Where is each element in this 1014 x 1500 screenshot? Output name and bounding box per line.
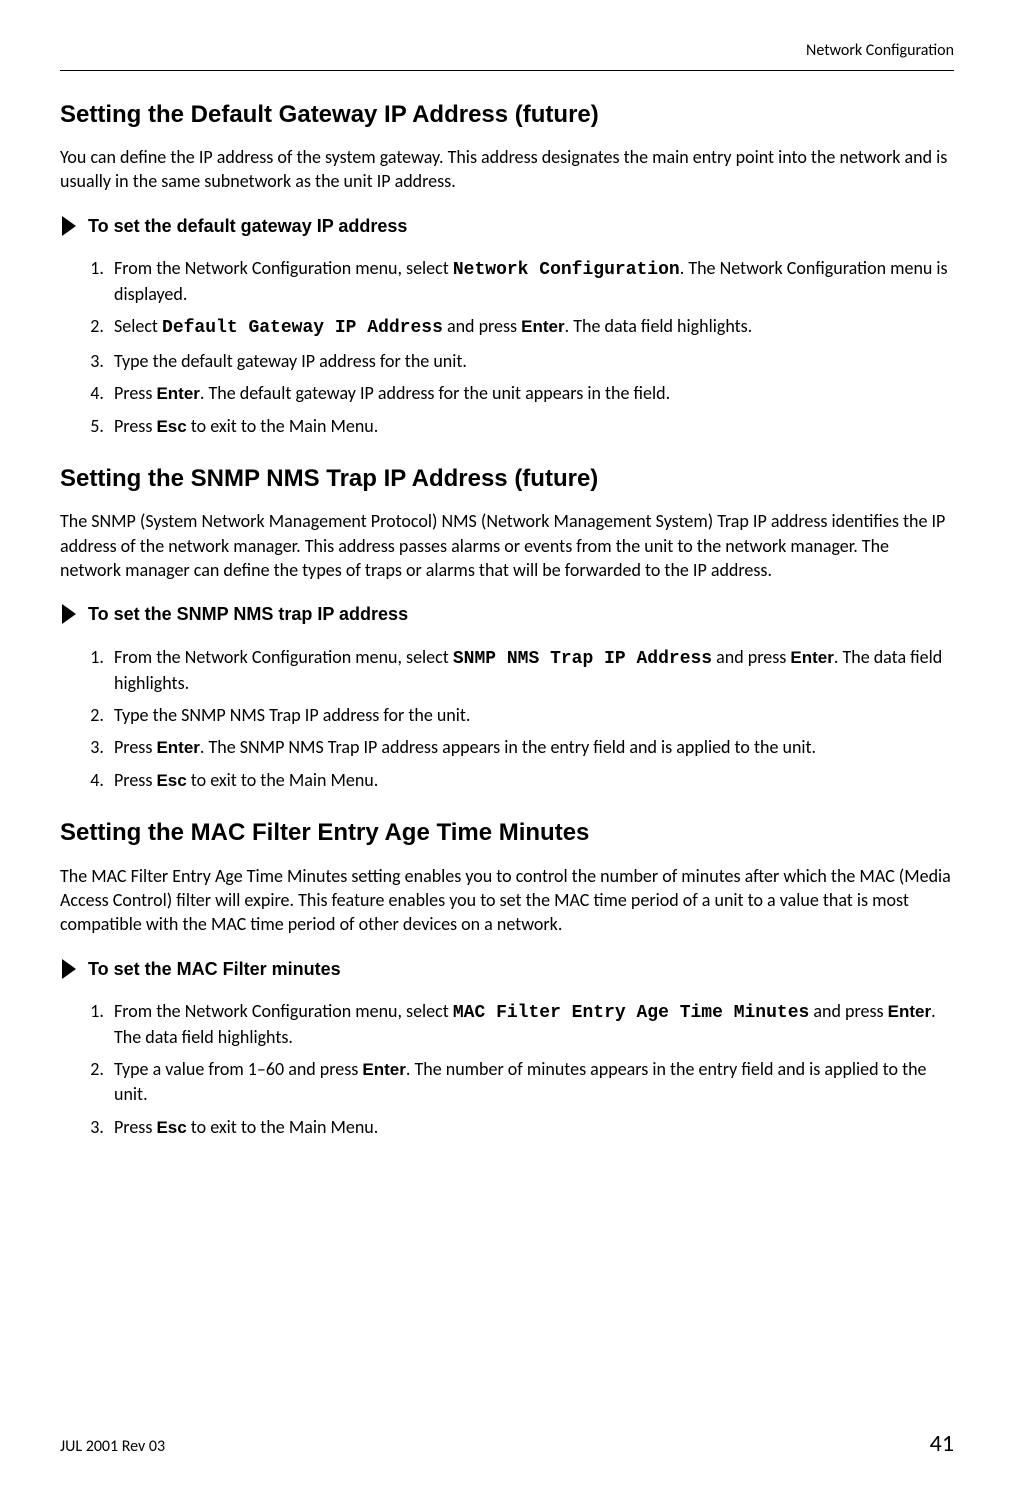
- step: Type the SNMP NMS Trap IP address for th…: [108, 703, 954, 727]
- procedure-label: To set the MAC Filter minutes: [88, 957, 341, 981]
- key-name: Esc: [156, 771, 186, 790]
- section-title-gateway: Setting the Default Gateway IP Address (…: [60, 99, 954, 131]
- step: Press Esc to exit to the Main Menu.: [108, 414, 954, 439]
- footer-revision: JUL 2001 Rev 03: [60, 1436, 165, 1458]
- key-name: Enter: [156, 738, 199, 757]
- step: Press Enter. The SNMP NMS Trap IP addres…: [108, 735, 954, 760]
- arrow-right-icon: [60, 214, 78, 238]
- key-name: Enter: [362, 1060, 405, 1079]
- procedure-label: To set the default gateway IP address: [88, 214, 407, 238]
- step: Press Esc to exit to the Main Menu.: [108, 768, 954, 793]
- procedure-heading-snmp: To set the SNMP NMS trap IP address: [60, 602, 954, 626]
- steps-gateway: From the Network Configuration menu, sel…: [60, 256, 954, 439]
- procedure-heading-mac: To set the MAC Filter minutes: [60, 957, 954, 981]
- section-title-mac: Setting the MAC Filter Entry Age Time Mi…: [60, 817, 954, 849]
- footer-page-number: 41: [930, 1428, 954, 1460]
- arrow-right-icon: [60, 957, 78, 981]
- section-intro-gateway: You can define the IP address of the sys…: [60, 145, 954, 194]
- procedure-label: To set the SNMP NMS trap IP address: [88, 602, 408, 626]
- procedure-heading-gateway: To set the default gateway IP address: [60, 214, 954, 238]
- section-title-snmp: Setting the SNMP NMS Trap IP Address (fu…: [60, 463, 954, 495]
- page: Network Configuration Setting the Defaul…: [0, 0, 1014, 1500]
- key-name: Enter: [156, 384, 199, 403]
- header-section-label: Network Configuration: [806, 41, 954, 60]
- step: Press Esc to exit to the Main Menu.: [108, 1115, 954, 1140]
- step: Type a value from 1–60 and press Enter. …: [108, 1057, 954, 1106]
- key-name: Enter: [790, 648, 833, 667]
- steps-mac: From the Network Configuration menu, sel…: [60, 999, 954, 1140]
- section-intro-mac: The MAC Filter Entry Age Time Minutes se…: [60, 864, 954, 937]
- step: From the Network Configuration menu, sel…: [108, 256, 954, 307]
- menu-option: SNMP NMS Trap IP Address: [453, 649, 712, 669]
- key-name: Enter: [521, 317, 564, 336]
- step: Select Default Gateway IP Address and pr…: [108, 314, 954, 340]
- key-name: Enter: [888, 1002, 931, 1021]
- key-name: Esc: [156, 417, 186, 436]
- arrow-right-icon: [60, 602, 78, 626]
- key-name: Esc: [156, 1118, 186, 1137]
- section-intro-snmp: The SNMP (System Network Management Prot…: [60, 509, 954, 582]
- menu-option: MAC Filter Entry Age Time Minutes: [453, 1003, 809, 1023]
- steps-snmp: From the Network Configuration menu, sel…: [60, 645, 954, 794]
- step: From the Network Configuration menu, sel…: [108, 645, 954, 696]
- page-header: Network Configuration: [60, 40, 954, 71]
- page-footer: JUL 2001 Rev 03 41: [60, 1428, 954, 1460]
- step: Type the default gateway IP address for …: [108, 349, 954, 373]
- menu-option: Default Gateway IP Address: [162, 318, 443, 338]
- step: Press Enter. The default gateway IP addr…: [108, 381, 954, 406]
- menu-option: Network Configuration: [453, 260, 680, 280]
- step: From the Network Configuration menu, sel…: [108, 999, 954, 1050]
